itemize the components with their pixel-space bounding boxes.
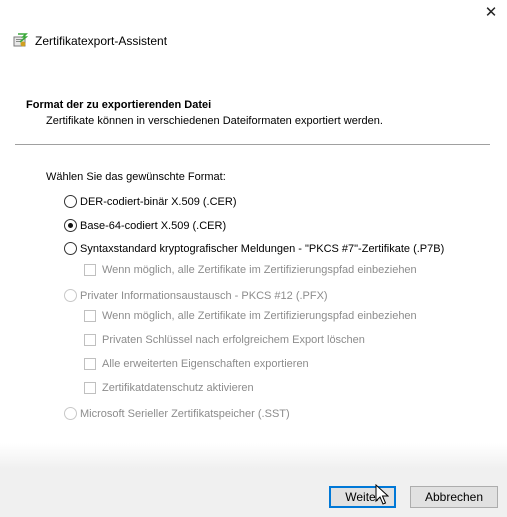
option-sst-label: Microsoft Serieller Zertifikatspeicher (…: [80, 407, 290, 420]
option-pfx-label: Privater Informationsaustausch - PKCS #1…: [80, 289, 328, 302]
pfx-export-properties: Alle erweiterten Eigenschaften exportier…: [84, 358, 309, 370]
pfx-export-properties-label: Alle erweiterten Eigenschaften exportier…: [102, 358, 309, 370]
checkbox-pkcs7-include-chain: [84, 264, 96, 276]
pkcs7-include-chain-label: Wenn möglich, alle Zertifikate im Zertif…: [102, 264, 417, 276]
radio-base64[interactable]: [64, 219, 77, 232]
option-pkcs7[interactable]: Syntaxstandard kryptografischer Meldunge…: [64, 242, 444, 255]
radio-pfx: [64, 289, 77, 302]
radio-sst: [64, 407, 77, 420]
title-bar: Zertifikatexport-Assistent: [12, 33, 167, 49]
section-description: Zertifikate können in verschiedenen Date…: [46, 115, 383, 127]
option-der-label: DER-codiert-binär X.509 (.CER): [80, 195, 237, 208]
radio-der[interactable]: [64, 195, 77, 208]
pfx-delete-key-label: Privaten Schlüssel nach erfolgreichem Ex…: [102, 334, 365, 346]
cancel-button[interactable]: Abbrechen: [410, 486, 498, 508]
radio-pkcs7[interactable]: [64, 242, 77, 255]
option-der[interactable]: DER-codiert-binär X.509 (.CER): [64, 195, 237, 208]
option-sst: Microsoft Serieller Zertifikatspeicher (…: [64, 407, 290, 420]
checkbox-pfx-export-properties: [84, 358, 96, 370]
certificate-icon: [13, 33, 28, 47]
close-icon[interactable]: ✕: [485, 5, 498, 20]
divider: [15, 144, 490, 145]
checkbox-pfx-delete-key: [84, 334, 96, 346]
option-base64-label: Base-64-codiert X.509 (.CER): [80, 219, 227, 232]
section-heading: Format der zu exportierenden Datei: [26, 99, 212, 111]
pfx-privacy-label: Zertifikatdatenschutz aktivieren: [102, 382, 254, 394]
checkbox-pfx-include-chain: [84, 310, 96, 322]
pfx-privacy: Zertifikatdatenschutz aktivieren: [84, 382, 254, 394]
pfx-include-chain-label: Wenn möglich, alle Zertifikate im Zertif…: [102, 310, 417, 322]
pkcs7-include-chain: Wenn möglich, alle Zertifikate im Zertif…: [84, 264, 417, 276]
format-prompt: Wählen Sie das gewünschte Format:: [46, 171, 226, 183]
option-base64[interactable]: Base-64-codiert X.509 (.CER): [64, 219, 226, 232]
pfx-delete-key: Privaten Schlüssel nach erfolgreichem Ex…: [84, 334, 365, 346]
window-title: Zertifikatexport-Assistent: [35, 34, 168, 48]
pfx-include-chain: Wenn möglich, alle Zertifikate im Zertif…: [84, 310, 417, 322]
next-button[interactable]: Weiter: [329, 486, 396, 508]
option-pkcs7-label: Syntaxstandard kryptografischer Meldunge…: [80, 242, 445, 255]
option-pfx: Privater Informationsaustausch - PKCS #1…: [64, 289, 328, 302]
close-button[interactable]: ✕: [481, 2, 501, 22]
checkbox-pfx-privacy: [84, 382, 96, 394]
